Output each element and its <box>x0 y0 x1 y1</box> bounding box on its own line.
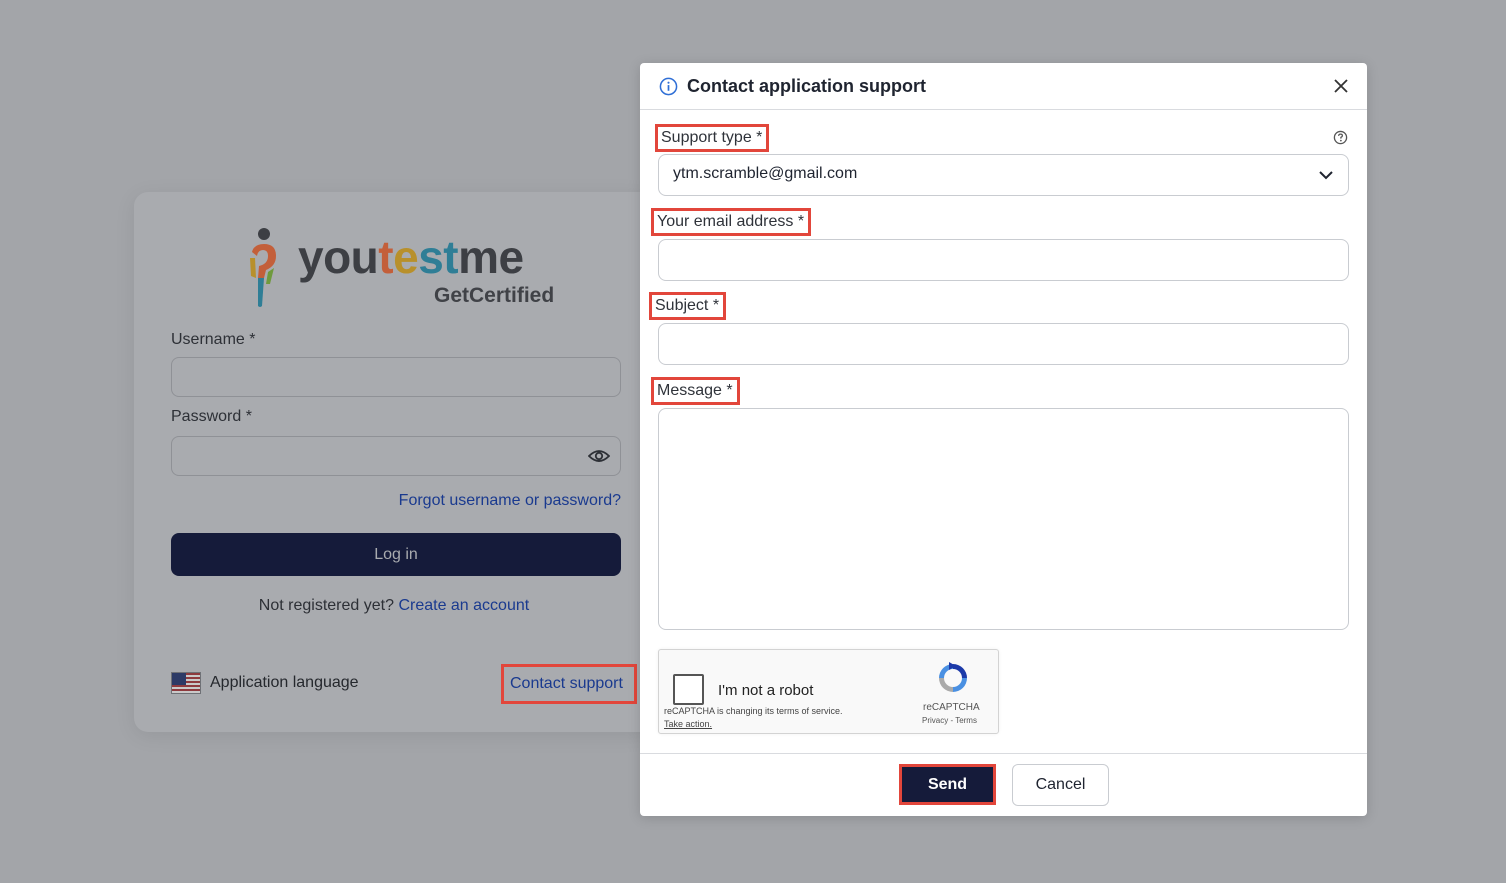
message-textarea[interactable] <box>658 408 1349 630</box>
password-input[interactable] <box>171 436 621 476</box>
dialog-footer: Send Cancel <box>640 753 1367 816</box>
cancel-button[interactable]: Cancel <box>1012 764 1109 806</box>
recaptcha-brand: reCAPTCHA <box>923 702 980 713</box>
username-label: Username * <box>171 331 256 348</box>
dialog-header: Contact application support <box>640 63 1367 110</box>
help-icon[interactable] <box>1333 130 1348 145</box>
logo-figure-icon <box>250 228 276 307</box>
recaptcha-logo-icon <box>939 662 967 692</box>
subject-field[interactable] <box>658 323 1349 365</box>
not-registered-text: Not registered yet? <box>258 597 394 614</box>
info-icon <box>659 77 678 96</box>
recaptcha-label: I'm not a robot <box>718 682 814 699</box>
send-button[interactable]: Send <box>899 764 996 805</box>
support-type-select[interactable]: ytm.scramble@gmail.com <box>658 154 1349 196</box>
message-label: Message * <box>651 377 740 405</box>
recaptcha-widget: I'm not a robot reCAPTCHA is changing it… <box>658 649 999 734</box>
logo-tagline: GetCertified <box>434 284 555 307</box>
dialog-title: Contact application support <box>687 76 927 96</box>
register-prompt: Not registered yet? Create an account <box>134 597 654 615</box>
support-type-label: Support type * <box>655 124 770 152</box>
us-flag-icon[interactable] <box>171 672 201 694</box>
contact-support-link[interactable]: Contact support <box>501 664 637 704</box>
recaptcha-checkbox[interactable] <box>673 674 704 705</box>
forgot-credentials-link[interactable]: Forgot username or password? <box>399 492 621 510</box>
login-button[interactable]: Log in <box>171 533 621 576</box>
recaptcha-take-action-link[interactable]: Take action. <box>664 719 712 729</box>
application-language-selector[interactable]: Application language <box>210 674 359 692</box>
email-field[interactable] <box>658 239 1349 281</box>
youtestme-logo: youtestme GetCertified <box>244 228 554 312</box>
close-icon[interactable] <box>1332 77 1350 95</box>
username-input[interactable] <box>171 357 621 397</box>
logo-wordmark: youtestme <box>298 231 524 283</box>
contact-support-dialog: Contact application support Support type… <box>640 63 1367 816</box>
show-password-icon[interactable] <box>588 448 610 464</box>
subject-label: Subject * <box>649 292 727 320</box>
recaptcha-privacy-terms[interactable]: Privacy - Terms <box>922 716 977 725</box>
password-label: Password * <box>171 408 252 425</box>
login-card: youtestme GetCertified Username * Passwo… <box>134 192 654 732</box>
support-type-value: ytm.scramble@gmail.com <box>673 165 858 182</box>
recaptcha-notice: reCAPTCHA is changing its terms of servi… <box>664 706 843 716</box>
chevron-down-icon[interactable] <box>1318 169 1334 181</box>
email-label: Your email address * <box>651 208 812 236</box>
create-account-link[interactable]: Create an account <box>398 597 529 614</box>
